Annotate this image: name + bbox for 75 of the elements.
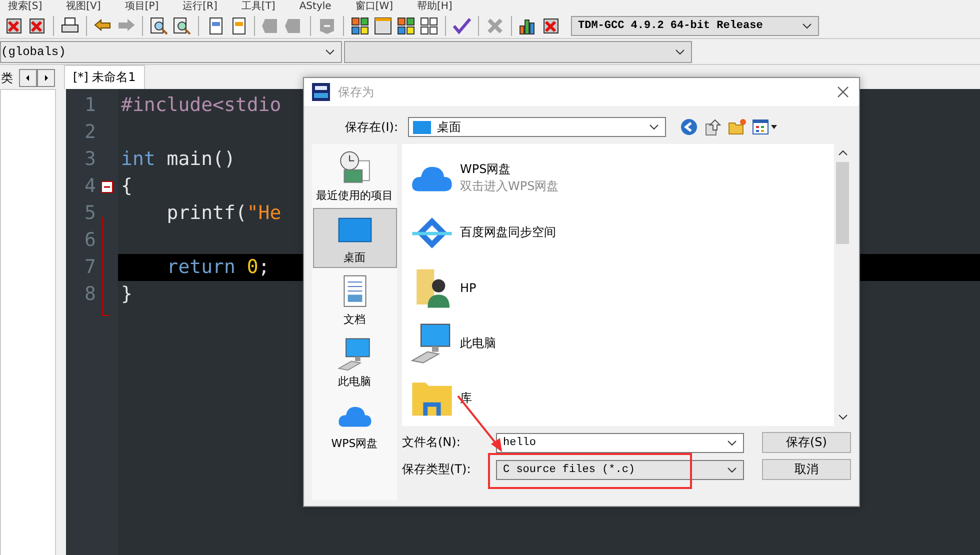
printer-icon[interactable] <box>60 16 80 36</box>
code-line: { <box>121 174 132 199</box>
toolbar-icon[interactable] <box>27 16 47 36</box>
menu-item[interactable]: AStyle <box>299 0 332 13</box>
code-line: printf("He <box>166 201 282 226</box>
scroll-up-icon[interactable] <box>838 150 848 156</box>
back-icon[interactable] <box>680 118 698 136</box>
compiler-dropdown[interactable]: TDM-GCC 4.9.2 64-bit Release <box>571 16 819 36</box>
line-number: 3 <box>84 147 96 172</box>
menu-item[interactable]: 视图[V] <box>66 0 101 13</box>
place-item[interactable]: 文档 <box>312 270 396 330</box>
file-type-dropdown[interactable]: C source files (*.c) <box>496 460 744 480</box>
menu-item[interactable]: 帮助[H] <box>417 0 452 13</box>
line-number: 6 <box>84 228 96 253</box>
magnifier-icon[interactable] <box>149 16 169 36</box>
computer-icon <box>336 336 372 372</box>
place-item[interactable]: 此电脑 <box>312 332 396 392</box>
menu-item[interactable]: 搜索[S] <box>8 0 42 13</box>
menu-item[interactable]: 工具[T] <box>241 0 276 13</box>
location-dropdown[interactable]: 桌面 <box>408 117 666 137</box>
code-line: } <box>121 282 132 307</box>
line-number: 7 <box>84 255 96 280</box>
menu-item[interactable]: 项目[P] <box>124 0 159 13</box>
cancel-button[interactable]: 取消 <box>762 459 851 480</box>
chevron-icon <box>802 22 812 28</box>
save-button[interactable]: 保存(S) <box>762 432 851 453</box>
desktop-icon <box>413 120 431 134</box>
file-item[interactable]: HP <box>410 260 834 316</box>
file-item[interactable]: 百度网盘同步空间 <box>410 205 834 260</box>
view-menu-icon[interactable] <box>752 119 778 135</box>
up-folder-icon[interactable] <box>704 118 722 136</box>
file-item[interactable]: WPS网盘 双击进入WPS网盘 <box>410 150 834 206</box>
panel-tab[interactable]: 类 <box>1 70 15 86</box>
scroll-down-icon[interactable] <box>838 414 848 420</box>
magnifier-icon[interactable] <box>172 16 192 36</box>
toolbar-icon[interactable] <box>4 16 24 36</box>
code-line: #include<stdio <box>121 93 282 118</box>
scroll-right-icon[interactable] <box>37 69 55 87</box>
place-item[interactable]: 最近使用的项目 <box>312 146 396 206</box>
scrollbar-thumb[interactable] <box>836 162 849 244</box>
field-label: 保存在(I): <box>344 118 398 136</box>
field-label: 保存类型(T): <box>402 461 472 478</box>
line-number: 5 <box>84 201 96 226</box>
toolbar-icon[interactable] <box>373 16 393 36</box>
chevron-icon <box>325 48 335 54</box>
field-label: 文件名(N): <box>402 434 462 451</box>
place-item[interactable]: WPS网盘 <box>312 394 396 454</box>
fold-icon[interactable] <box>101 180 113 192</box>
menu-item[interactable]: 运行[R] <box>182 0 218 13</box>
chevron-icon <box>727 466 737 472</box>
scope-dropdown[interactable]: (globals) <box>0 40 342 62</box>
line-number: 1 <box>84 93 96 118</box>
code-line: return 0; <box>166 255 270 280</box>
toolbar-icon[interactable] <box>541 16 561 36</box>
app-icon <box>312 83 330 101</box>
filename-field[interactable]: hello <box>496 432 744 452</box>
new-folder-icon[interactable] <box>728 118 746 136</box>
toolbar-icon[interactable] <box>396 16 416 36</box>
line-number: 8 <box>84 282 96 307</box>
line-number: 2 <box>84 120 96 145</box>
chevron-icon <box>675 48 685 54</box>
place-item[interactable]: 桌面 <box>312 208 396 268</box>
toolbar-icon[interactable] <box>419 16 439 36</box>
line-number: 4 <box>84 174 96 199</box>
checkmark-icon[interactable] <box>452 16 472 36</box>
editor-tab[interactable]: [*] 未命名1 <box>64 65 145 89</box>
toolbar-icon[interactable] <box>350 16 370 36</box>
code-line: int main() <box>121 147 236 172</box>
dialog-title: 保存为 <box>338 84 375 100</box>
close-icon[interactable] <box>837 86 849 98</box>
chevron-icon <box>727 440 737 446</box>
chevron-icon <box>649 124 659 130</box>
scroll-left-icon[interactable] <box>19 69 37 87</box>
menu-item[interactable]: 窗口[W] <box>355 0 394 13</box>
file-item[interactable]: 此电脑 <box>410 316 834 371</box>
